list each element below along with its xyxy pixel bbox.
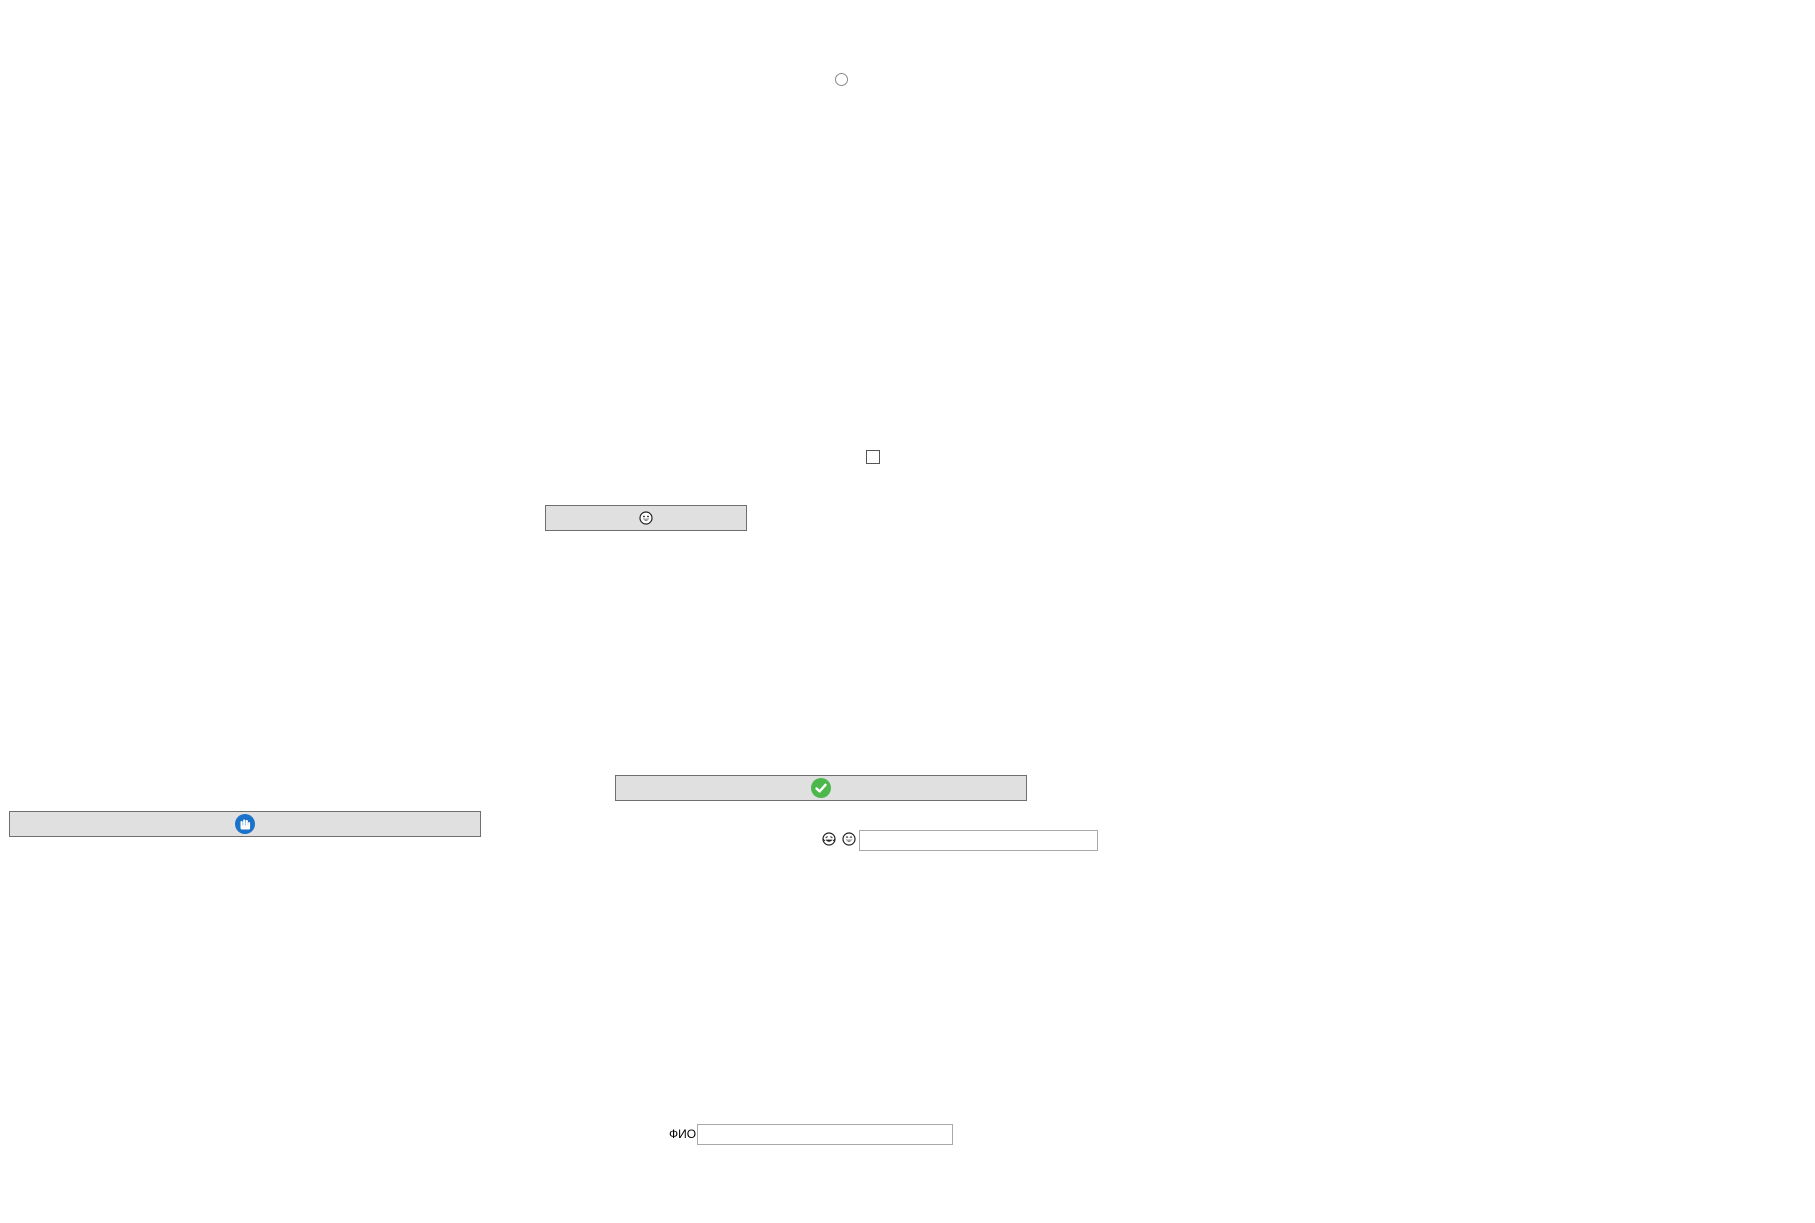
radio-button[interactable] [835,73,848,86]
crying-laughing-face-icon [822,832,836,846]
grinning-face-icon [639,511,653,525]
grinning-face-icon [842,832,856,846]
green-check-circle-icon [811,778,831,798]
fio-input[interactable] [697,1124,953,1145]
checkbox[interactable] [866,450,880,464]
fio-label: ФИО [669,1127,697,1141]
emoji-text-input[interactable] [859,830,1098,851]
confirm-button[interactable] [615,775,1027,801]
raised-fist-icon [235,814,255,834]
fist-button[interactable] [9,811,481,837]
smiley-button[interactable] [545,505,747,531]
